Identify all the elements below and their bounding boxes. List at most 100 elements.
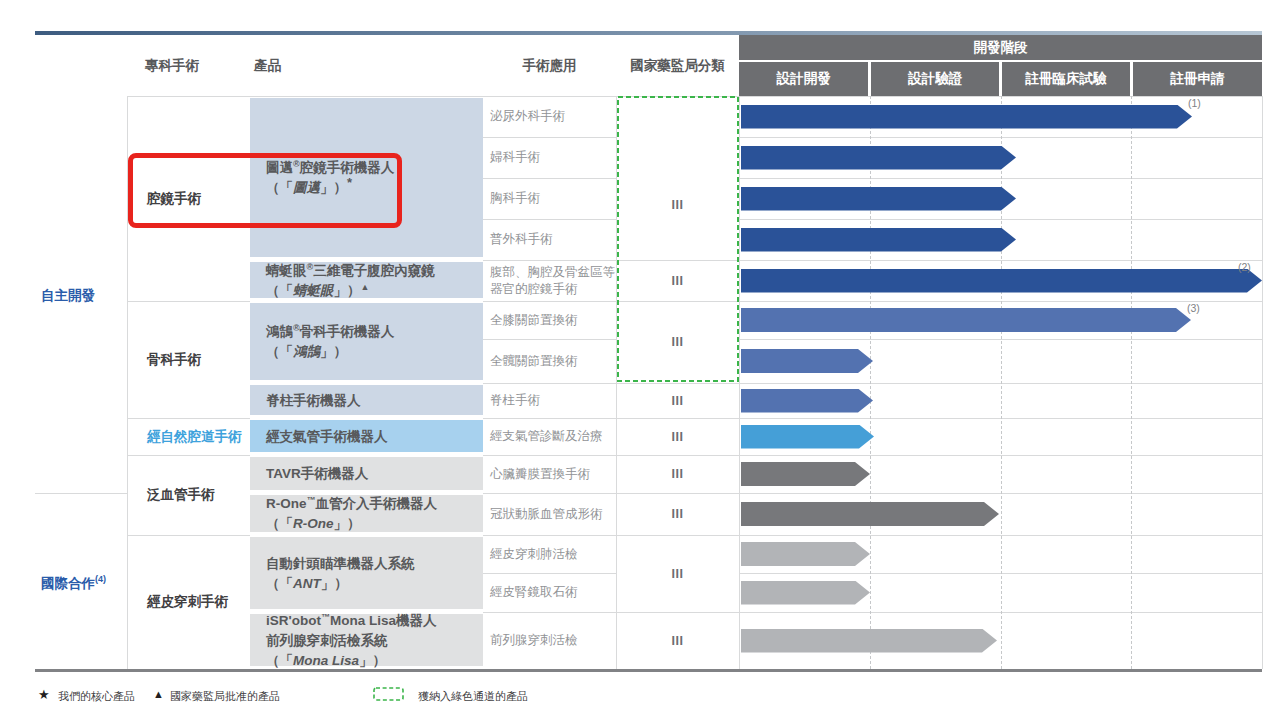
application-cell-9: 心臟瓣膜置換手術: [490, 455, 616, 493]
stage-dashed-line-1: [870, 96, 871, 669]
row-line: [483, 301, 616, 302]
progress-arrow-5: [741, 308, 1191, 332]
green-channel-dashed-box: [617, 96, 739, 382]
row-line: [483, 493, 616, 494]
row-line: [127, 301, 250, 302]
classification-cell-7: III: [616, 535, 739, 612]
red-highlight-annotation: [128, 153, 402, 228]
row-line: [483, 219, 616, 220]
progress-arrow-7: [741, 389, 873, 413]
row-line: [616, 455, 739, 456]
progress-arrow-10: [741, 502, 999, 526]
row-line: [616, 493, 739, 494]
arrow-note-5: (3): [1187, 302, 1200, 314]
product-cell-text-4: 經支氣管手術機器人: [266, 418, 481, 455]
header-stage-1: 設計開發: [739, 62, 868, 96]
col-line-right-edge: [1262, 96, 1263, 669]
header-stage-3: 註冊臨床試驗: [1002, 62, 1130, 96]
row-line: [483, 612, 616, 613]
classification-cell-3: III: [616, 383, 739, 418]
star-icon: ★: [38, 687, 50, 702]
green-dashed-box-icon: [373, 687, 404, 703]
table-bottom-border: [35, 669, 1262, 672]
product-cell-text-2: 鴻鵠®骨科手術機器人（「鴻鵠」）: [266, 301, 481, 383]
progress-arrow-4: [741, 269, 1262, 293]
row-line: [616, 383, 739, 384]
application-cell-1: 婦科手術: [490, 137, 616, 178]
progress-arrow-12: [741, 581, 870, 605]
product-cell-text-8: iSR'obot™Mona Lisa機器人前列腺穿刺活檢系統（「Mona Lis…: [266, 612, 481, 669]
application-cell-8: 經支氣管診斷及治療: [490, 418, 616, 455]
row-line: [127, 455, 250, 456]
progress-arrow-2: [741, 187, 1016, 211]
col-line-stage-start: [739, 96, 740, 669]
legend-core-product: 我們的核心產品: [58, 689, 135, 704]
arrow-note-4: (2): [1238, 261, 1251, 273]
progress-arrow-1: [741, 146, 1016, 170]
product-cell-text-1: 蜻蜓眼®三維電子腹腔內窺鏡（「蜻蜓眼」）▲: [266, 260, 481, 301]
specialty-cell-3: 泛血管手術: [127, 455, 250, 535]
row-line: [483, 178, 616, 179]
row-line: [483, 455, 616, 456]
product-cell-text-5: TAVR手術機器人: [266, 455, 481, 493]
specialty-cell-4: 經皮穿刺手術: [127, 535, 250, 669]
application-cell-5: 全膝關節置換術: [490, 301, 616, 339]
progress-arrow-8: [741, 425, 874, 449]
classification-cell-8: III: [616, 612, 739, 669]
application-cell-7: 脊柱手術: [490, 383, 616, 418]
row-line: [483, 339, 616, 340]
group-divider-line: [35, 493, 127, 494]
progress-arrow-3: [741, 228, 1016, 252]
application-cell-2: 胸科手術: [490, 178, 616, 219]
row-line: [616, 535, 739, 536]
header-stage-title: 開發階段: [739, 35, 1262, 60]
row-line: [483, 137, 616, 138]
header-stage-4: 註冊申請: [1133, 62, 1262, 96]
application-cell-0: 泌尿外科手術: [490, 96, 616, 137]
row-line: [127, 418, 250, 419]
row-line: [483, 383, 616, 384]
legend: ★ 我們的核心產品 ▲ 國家藥監局批准的產品 獲納入綠色通道的產品: [0, 686, 1281, 704]
application-cell-11: 經皮穿刺肺活檢: [490, 535, 616, 573]
row-line: [616, 612, 739, 613]
application-cell-12: 經皮腎鏡取石術: [490, 573, 616, 612]
progress-arrow-9: [741, 462, 870, 486]
classification-cell-5: III: [616, 455, 739, 493]
triangle-icon: ▲: [153, 688, 164, 700]
stage-dashed-line-2: [1001, 96, 1002, 669]
specialty-cell-1: 骨科手術: [127, 301, 250, 418]
application-cell-6: 全髖關節置換術: [490, 339, 616, 383]
specialty-cell-2: 經自然腔道手術: [127, 418, 250, 455]
row-line: [483, 418, 616, 419]
legend-approved-product: 國家藥監局批准的產品: [170, 689, 280, 704]
progress-arrow-11: [741, 542, 870, 566]
product-cell-text-6: R-One™血管介入手術機器人（「R-One」）: [266, 493, 481, 535]
product-cell-text-7: 自動針頭瞄準機器人系統（「ANT」）: [266, 535, 481, 612]
page: 專科手術 產品 手術應用 國家藥監局分類 開發階段 設計開發設計驗證註冊臨床試驗…: [0, 0, 1281, 712]
classification-cell-4: III: [616, 418, 739, 455]
application-cell-3: 普外科手術: [490, 219, 616, 260]
progress-arrow-0: [741, 105, 1192, 129]
legend-green-channel: 獲納入綠色通道的產品: [418, 689, 528, 704]
application-cell-10: 冠狀動脈血管成形術: [490, 493, 616, 535]
group-label-international: 國際合作(4): [41, 574, 106, 593]
header-specialty: 專科手術: [145, 35, 199, 96]
header-stage-2: 設計驗證: [871, 62, 999, 96]
stage-dashed-line-3: [1131, 96, 1132, 669]
classification-cell-6: III: [616, 493, 739, 535]
row-line: [616, 418, 739, 419]
header-application: 手術應用: [483, 35, 616, 96]
progress-arrow-13: [741, 629, 997, 653]
row-line: [483, 535, 616, 536]
row-line: [483, 573, 616, 574]
arrow-note-0: (1): [1188, 97, 1201, 109]
header-product: 產品: [254, 35, 281, 96]
product-cell-text-3: 脊柱手術機器人: [266, 383, 481, 418]
row-line: [483, 260, 616, 261]
row-line: [127, 535, 250, 536]
header-classification: 國家藥監局分類: [616, 35, 739, 96]
application-cell-4: 腹部、胸腔及骨盆區等器官的腔鏡手術: [490, 260, 616, 301]
application-cell-13: 前列腺穿刺活檢: [490, 612, 616, 669]
progress-arrow-6: [741, 349, 873, 373]
group-label-self-developed: 自主開發: [41, 287, 95, 305]
